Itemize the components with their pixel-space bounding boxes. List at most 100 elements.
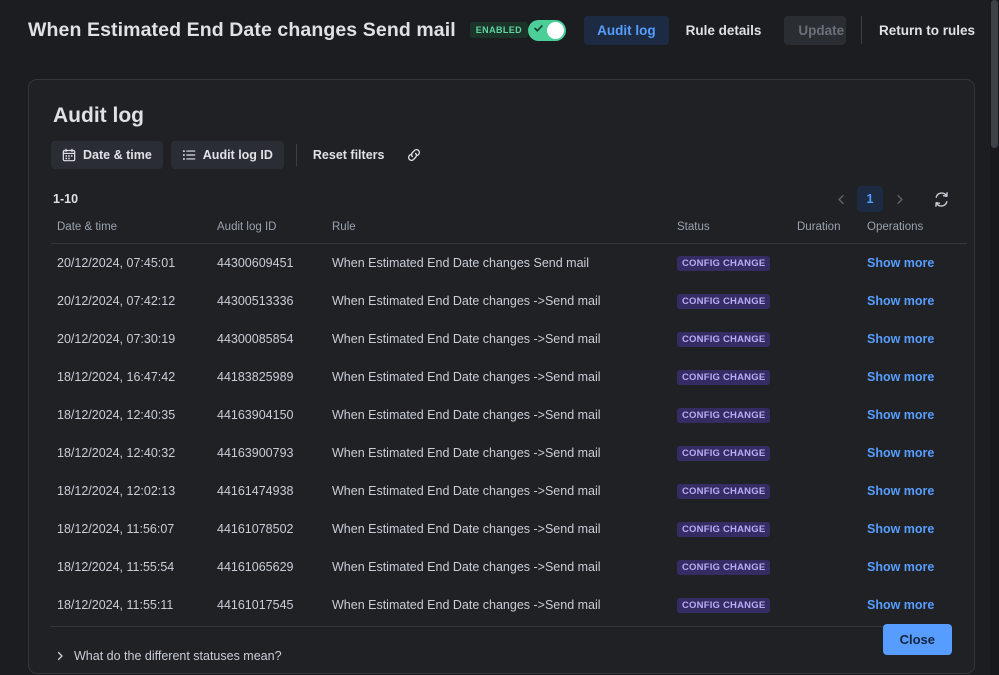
cell-duration bbox=[797, 434, 867, 472]
show-more-link[interactable]: Show more bbox=[867, 446, 934, 460]
column-header-duration: Duration bbox=[797, 217, 867, 244]
filter-date-time-label: Date & time bbox=[83, 148, 152, 162]
show-more-link[interactable]: Show more bbox=[867, 560, 934, 574]
pagination-next-button[interactable] bbox=[887, 186, 911, 212]
table-row: 20/12/2024, 07:42:12 44300513336 When Esti… bbox=[51, 282, 967, 320]
filter-date-time-button[interactable]: Date & time bbox=[51, 141, 163, 169]
cell-operations: Show more bbox=[867, 396, 967, 434]
cell-rule: When Estimated End Date changes ->Send m… bbox=[332, 294, 601, 308]
cell-status: CONFIG CHANGE bbox=[677, 472, 797, 510]
cell-id: 44161065629 bbox=[217, 560, 294, 574]
cell-duration bbox=[797, 548, 867, 586]
cell-id: 44161474938 bbox=[217, 484, 294, 498]
page-scrollbar[interactable] bbox=[990, 0, 999, 675]
header-divider bbox=[861, 16, 862, 44]
cell-id: 44163904150 bbox=[217, 408, 294, 422]
cell-duration bbox=[797, 396, 867, 434]
cell-operations: Show more bbox=[867, 320, 967, 358]
cell-operations: Show more bbox=[867, 434, 967, 472]
filter-audit-log-id-button[interactable]: Audit log ID bbox=[170, 141, 284, 169]
cell-status: CONFIG CHANGE bbox=[677, 244, 797, 283]
column-header-operations: Operations bbox=[867, 217, 967, 244]
cell-rule: When Estimated End Date changes ->Send m… bbox=[332, 598, 601, 612]
pagination-page-1[interactable]: 1 bbox=[857, 186, 883, 212]
cell-rule: When Estimated End Date changes ->Send m… bbox=[332, 408, 601, 422]
status-badge: CONFIG CHANGE bbox=[677, 560, 771, 575]
status-badge: CONFIG CHANGE bbox=[677, 294, 771, 309]
pagination: 1 bbox=[829, 186, 952, 212]
table-row: 18/12/2024, 11:56:07 44161078502 When Esti… bbox=[51, 510, 967, 548]
cell-operations: Show more bbox=[867, 472, 967, 510]
rule-enabled-toggle[interactable] bbox=[528, 19, 567, 41]
status-badge: CONFIG CHANGE bbox=[677, 256, 771, 271]
filter-toolbar: Date & time Audit log ID Reset filters bbox=[51, 141, 952, 169]
cell-rule: When Estimated End Date changes ->Send m… bbox=[332, 370, 601, 384]
return-to-rules-button[interactable]: Return to rules bbox=[877, 17, 977, 44]
cell-datetime: 20/12/2024, 07:45:01 bbox=[57, 256, 176, 270]
cell-status: CONFIG CHANGE bbox=[677, 510, 797, 548]
cell-id: 44161017545 bbox=[217, 598, 294, 612]
cell-duration bbox=[797, 472, 867, 510]
cell-operations: Show more bbox=[867, 548, 967, 586]
copy-link-button[interactable] bbox=[400, 143, 428, 167]
tab-rule-details[interactable]: Rule details bbox=[673, 16, 775, 45]
statuses-accordion-label: What do the different statuses mean? bbox=[74, 649, 282, 663]
column-header-date-time: Date & time bbox=[51, 217, 217, 244]
cell-rule: When Estimated End Date changes ->Send m… bbox=[332, 560, 601, 574]
cell-operations: Show more bbox=[867, 282, 967, 320]
update-split-button[interactable]: Update bbox=[784, 15, 847, 45]
chevron-right-icon bbox=[896, 194, 903, 204]
audit-log-panel: Audit log Date & time Audit log ID Reset… bbox=[28, 79, 975, 674]
cell-datetime: 18/12/2024, 12:02:13 bbox=[57, 484, 176, 498]
filter-audit-log-id-label: Audit log ID bbox=[202, 148, 273, 162]
cell-operations: Show more bbox=[867, 586, 967, 624]
cell-datetime: 18/12/2024, 11:56:07 bbox=[57, 522, 175, 536]
pagination-prev-button[interactable] bbox=[829, 186, 853, 212]
cell-status: CONFIG CHANGE bbox=[677, 396, 797, 434]
cell-datetime: 18/12/2024, 11:55:11 bbox=[57, 598, 174, 612]
status-badge: CONFIG CHANGE bbox=[677, 408, 771, 423]
page-scrollbar-thumb[interactable] bbox=[991, 0, 998, 148]
cell-datetime: 18/12/2024, 11:55:54 bbox=[57, 560, 175, 574]
tab-audit-log[interactable]: Audit log bbox=[584, 15, 669, 45]
cell-operations: Show more bbox=[867, 510, 967, 548]
show-more-link[interactable]: Show more bbox=[867, 332, 934, 346]
refresh-button[interactable] bbox=[931, 189, 952, 210]
status-badge: CONFIG CHANGE bbox=[677, 522, 771, 537]
page-title: When Estimated End Date changes Send mai… bbox=[28, 18, 456, 41]
show-more-link[interactable]: Show more bbox=[867, 484, 934, 498]
cell-status: CONFIG CHANGE bbox=[677, 548, 797, 586]
table-row: 20/12/2024, 07:45:01 44300609451 When Esti… bbox=[51, 244, 967, 283]
cell-datetime: 18/12/2024, 12:40:35 bbox=[57, 408, 176, 422]
cell-id: 44300085854 bbox=[217, 332, 294, 346]
show-more-link[interactable]: Show more bbox=[867, 294, 934, 308]
filter-divider bbox=[295, 144, 297, 166]
result-count: 1-10 bbox=[53, 192, 79, 206]
status-badge: CONFIG CHANGE bbox=[677, 332, 771, 347]
table-row: 18/12/2024, 12:40:35 44163904150 When Esti… bbox=[51, 396, 967, 434]
table-body: 20/12/2024, 07:45:01 44300609451 When Esti… bbox=[51, 244, 967, 625]
show-more-link[interactable]: Show more bbox=[867, 408, 934, 422]
cell-rule: When Estimated End Date changes ->Send m… bbox=[332, 446, 601, 460]
calendar-icon bbox=[62, 148, 76, 162]
reset-filters-button[interactable]: Reset filters bbox=[307, 142, 391, 168]
cell-status: CONFIG CHANGE bbox=[677, 282, 797, 320]
status-badge: CONFIG CHANGE bbox=[677, 484, 771, 499]
statuses-accordion[interactable]: What do the different statuses mean? bbox=[55, 649, 282, 663]
cell-duration bbox=[797, 586, 867, 624]
show-more-link[interactable]: Show more bbox=[867, 598, 934, 612]
cell-datetime: 20/12/2024, 07:42:12 bbox=[57, 294, 176, 308]
table-bottom-divider bbox=[51, 626, 952, 627]
status-badge: CONFIG CHANGE bbox=[677, 370, 771, 385]
show-more-link[interactable]: Show more bbox=[867, 256, 934, 270]
cell-rule: When Estimated End Date changes ->Send m… bbox=[332, 522, 601, 536]
show-more-link[interactable]: Show more bbox=[867, 370, 934, 384]
panel-title: Audit log bbox=[53, 104, 144, 127]
table-row: 18/12/2024, 11:55:11 44161017545 When Esti… bbox=[51, 586, 967, 624]
link-icon bbox=[408, 149, 421, 161]
close-button[interactable]: Close bbox=[882, 624, 952, 655]
refresh-icon bbox=[935, 191, 948, 207]
show-more-link[interactable]: Show more bbox=[867, 522, 934, 536]
status-badge: CONFIG CHANGE bbox=[677, 446, 771, 461]
audit-log-table: Date & time Audit log ID Rule Status Dur… bbox=[51, 217, 967, 624]
